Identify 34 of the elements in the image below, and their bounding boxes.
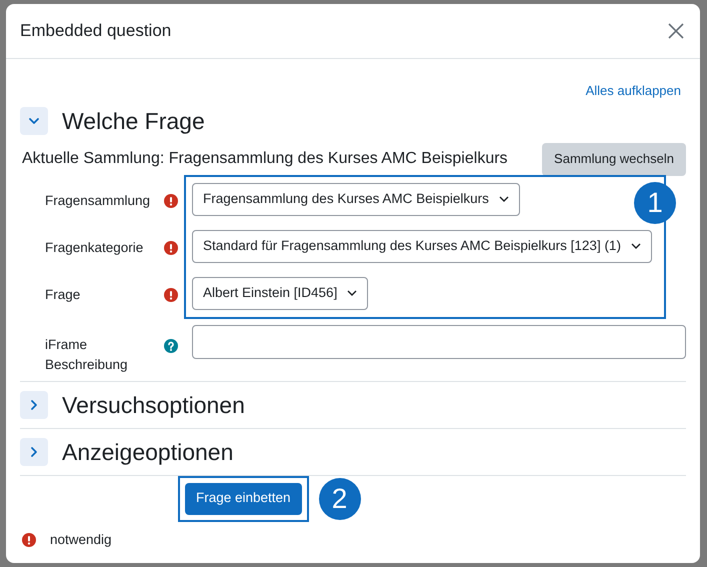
submit-button[interactable]: Frage einbetten	[185, 482, 302, 514]
expand-all-link[interactable]: Alles aufklappen	[586, 81, 681, 100]
callout-number: 1	[634, 182, 676, 224]
section-heading: Versuchsoptionen	[62, 390, 245, 418]
required-icon	[22, 532, 36, 547]
section-heading: Anzeigeoptionen	[62, 438, 234, 466]
dialog-title: Embedded question	[20, 20, 172, 42]
field-label: Fragenkategorie	[45, 238, 144, 257]
chevron-down-icon	[630, 241, 641, 251]
chevron-down-icon	[498, 194, 509, 204]
toggle-button[interactable]	[20, 106, 48, 134]
chevron-right-icon	[28, 446, 40, 458]
field-label: Fragensammlung	[45, 192, 150, 210]
close-icon	[668, 23, 684, 39]
section-heading: Welche Frage	[62, 106, 205, 134]
chevron-down-icon	[347, 288, 358, 298]
legend-text: notwendig	[50, 530, 112, 549]
close-button[interactable]	[666, 21, 686, 41]
required-icon	[164, 241, 178, 255]
callout-number: 2	[318, 478, 361, 520]
select-field[interactable]: Albert Einstein [ID456]	[192, 276, 368, 310]
field-label: Frage	[45, 286, 80, 304]
toggle-button[interactable]	[20, 390, 48, 418]
required-icon	[164, 194, 178, 208]
change-collection-button[interactable]: Sammlung wechseln	[542, 142, 686, 176]
text-input[interactable]	[192, 324, 686, 358]
current-collection-text: Aktuelle Sammlung: Fragensammlung des Kurses AMC Beispielkurs	[22, 149, 508, 169]
required-icon	[164, 288, 178, 302]
help-icon[interactable]	[164, 338, 178, 352]
chevron-right-icon	[28, 398, 40, 410]
select-field[interactable]: Standard für Fragensammlung des Kurses AMC Beispielkurs [123] (1)	[192, 230, 652, 262]
field-label: iFrame Beschreibung	[45, 336, 129, 374]
select-field[interactable]: Fragensammlung des Kurses AMC Beispielkurs	[192, 182, 520, 216]
toggle-button[interactable]	[20, 438, 48, 466]
